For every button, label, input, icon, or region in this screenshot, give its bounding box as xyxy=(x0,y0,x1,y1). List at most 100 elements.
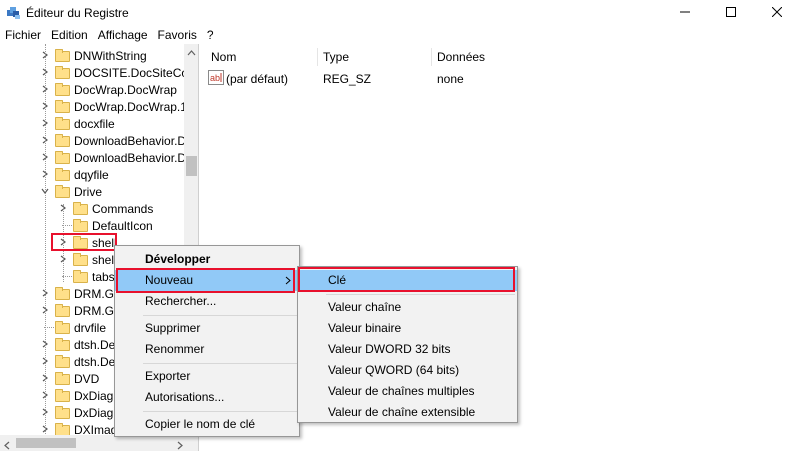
tree-item[interactable]: DownloadBehavior.Do xyxy=(0,149,184,166)
tree-item[interactable]: DownloadBehavior.Do xyxy=(0,132,184,149)
tree-item-label: DocWrap.DocWrap.1 xyxy=(74,100,184,114)
folder-icon xyxy=(55,372,70,385)
tree-item[interactable]: Drive xyxy=(0,183,184,200)
folder-icon xyxy=(55,304,70,317)
column-header-data[interactable]: Données xyxy=(437,50,485,64)
menu-item-exporter[interactable]: Exporter xyxy=(115,366,299,387)
folder-icon xyxy=(55,287,70,300)
tree-connector-line xyxy=(45,44,46,434)
tree-item-label: DownloadBehavior.Do xyxy=(74,134,184,148)
value-data: none xyxy=(437,72,464,86)
folder-icon xyxy=(55,338,70,351)
folder-icon xyxy=(55,100,70,113)
tree-item[interactable]: DocWrap.DocWrap xyxy=(0,81,184,98)
menu-fichier[interactable]: Fichier xyxy=(0,26,46,44)
tree-item[interactable]: DefaultIcon xyxy=(0,217,184,234)
scroll-right-arrow-icon[interactable] xyxy=(176,439,184,451)
close-button[interactable] xyxy=(754,0,800,26)
menu-help[interactable]: ? xyxy=(202,26,219,44)
scroll-up-arrow-icon[interactable] xyxy=(186,46,197,60)
folder-icon xyxy=(55,389,70,402)
submenu-item-valeur-qword[interactable]: Valeur QWORD (64 bits) xyxy=(298,360,517,381)
minimize-icon xyxy=(680,6,690,20)
folder-icon xyxy=(55,151,70,164)
maximize-icon xyxy=(726,6,736,20)
folder-icon xyxy=(55,321,70,334)
title-bar: Éditeur du Registre xyxy=(0,0,800,26)
folder-icon xyxy=(55,355,70,368)
tree-item-label: Commands xyxy=(92,202,154,216)
column-header-name[interactable]: Nom xyxy=(211,50,236,64)
regedit-app-icon xyxy=(6,5,22,21)
svg-text:ab: ab xyxy=(210,73,220,83)
annotation-highlight-nouveau xyxy=(116,268,295,293)
tree-item-label: docxfile xyxy=(74,117,115,131)
tree-item[interactable]: dqyfile xyxy=(0,166,184,183)
folder-icon xyxy=(55,66,70,79)
folder-icon xyxy=(55,168,70,181)
submenu-item-valeur-chaines-multiples[interactable]: Valeur de chaînes multiples xyxy=(298,381,517,402)
folder-icon xyxy=(55,134,70,147)
folder-icon xyxy=(73,253,88,266)
annotation-highlight-shell xyxy=(51,233,117,251)
menu-item-copier-nom-cle[interactable]: Copier le nom de clé xyxy=(115,414,299,435)
tree-item-label: DxDiag. xyxy=(74,389,117,403)
tree-item-label: dtsh.De xyxy=(74,355,116,369)
folder-icon xyxy=(55,185,70,198)
menu-separator xyxy=(143,411,297,412)
menu-item-developper[interactable]: Développer xyxy=(115,249,299,270)
tree-horizontal-scroll-thumb[interactable] xyxy=(16,438,76,448)
value-name: (par défaut) xyxy=(226,72,289,86)
menu-item-rechercher[interactable]: Rechercher... xyxy=(115,291,299,312)
table-row[interactable]: ab (par défaut) REG_SZ none xyxy=(203,68,800,88)
tree-item-label: shel xyxy=(92,253,115,267)
menu-separator xyxy=(326,294,515,295)
column-header-type[interactable]: Type xyxy=(323,50,349,64)
window-title: Éditeur du Registre xyxy=(26,6,129,20)
menu-separator xyxy=(143,315,297,316)
folder-icon xyxy=(55,83,70,96)
menu-edition[interactable]: Edition xyxy=(46,26,93,44)
submenu-item-valeur-chaine[interactable]: Valeur chaîne xyxy=(298,297,517,318)
tree-item-label: DNWithString xyxy=(74,49,147,63)
string-value-icon: ab xyxy=(208,70,224,85)
menu-separator xyxy=(143,363,297,364)
submenu-item-valeur-chaine-extensible[interactable]: Valeur de chaîne extensible xyxy=(298,402,517,423)
tree-item[interactable]: docxfile xyxy=(0,115,184,132)
maximize-button[interactable] xyxy=(708,0,754,26)
folder-icon xyxy=(73,270,88,283)
tree-item-label: tabs xyxy=(92,270,115,284)
tree-item-label: dqyfile xyxy=(74,168,109,182)
folder-icon xyxy=(73,219,88,232)
folder-icon xyxy=(55,49,70,62)
tree-item-label: DocWrap.DocWrap xyxy=(74,83,177,97)
annotation-highlight-cle xyxy=(298,267,515,292)
tree-item-label: dtsh.De xyxy=(74,338,116,352)
tree-item[interactable]: DNWithString xyxy=(0,47,184,64)
tree-item[interactable]: Commands xyxy=(0,200,184,217)
tree-item-label: DxDiag. xyxy=(74,406,117,420)
tree-item-label: drvfile xyxy=(74,321,107,335)
menu-item-renommer[interactable]: Renommer xyxy=(115,339,299,360)
menu-favoris[interactable]: Favoris xyxy=(153,26,202,44)
folder-icon xyxy=(55,406,70,419)
value-type: REG_SZ xyxy=(323,72,372,86)
minimize-button[interactable] xyxy=(662,0,708,26)
scroll-left-arrow-icon[interactable] xyxy=(3,439,11,451)
column-divider[interactable] xyxy=(317,48,318,66)
tree-item-label: DownloadBehavior.Do xyxy=(74,151,184,165)
tree-item-label: DefaultIcon xyxy=(92,219,153,233)
column-divider[interactable] xyxy=(431,48,432,66)
menu-bar: Fichier Edition Affichage Favoris ? xyxy=(0,26,800,44)
tree-item-label: Drive xyxy=(74,185,103,199)
tree-item[interactable]: DocWrap.DocWrap.1 xyxy=(0,98,184,115)
tree-item[interactable]: DOCSITE.DocSiteCont xyxy=(0,64,184,81)
folder-icon xyxy=(55,117,70,130)
folder-icon xyxy=(73,202,88,215)
submenu-item-valeur-binaire[interactable]: Valeur binaire xyxy=(298,318,517,339)
menu-affichage[interactable]: Affichage xyxy=(93,26,153,44)
tree-vertical-scroll-thumb[interactable] xyxy=(186,156,197,176)
menu-item-autorisations[interactable]: Autorisations... xyxy=(115,387,299,408)
menu-item-supprimer[interactable]: Supprimer xyxy=(115,318,299,339)
submenu-item-valeur-dword[interactable]: Valeur DWORD 32 bits xyxy=(298,339,517,360)
